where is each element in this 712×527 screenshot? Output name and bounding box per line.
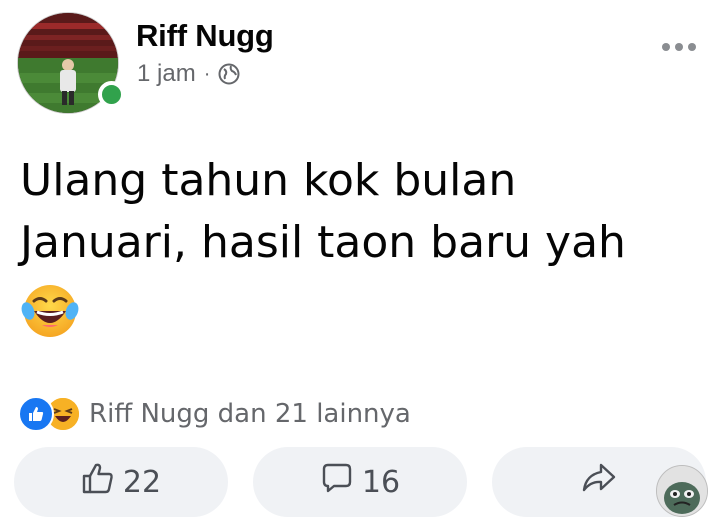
meta-separator: · xyxy=(203,62,211,85)
comment-button[interactable]: 16 xyxy=(253,447,467,517)
more-options-icon[interactable] xyxy=(662,43,696,51)
author-avatar-wrap[interactable] xyxy=(17,12,125,120)
author-name[interactable]: Riff Nugg xyxy=(136,18,274,54)
post-text: Ulang tahun kok bulan Januari, hasil tao… xyxy=(20,150,700,274)
reactions-summary[interactable]: Riff Nugg dan 21 lainnya xyxy=(18,396,411,432)
online-status-dot xyxy=(98,81,125,108)
post-time[interactable]: 1 jam xyxy=(137,60,196,88)
globe-icon[interactable] xyxy=(218,63,240,85)
like-button[interactable]: 22 xyxy=(14,447,228,517)
reactions-summary-text[interactable]: Riff Nugg dan 21 lainnya xyxy=(89,399,411,429)
post-text-line-1: Ulang tahun kok bulan xyxy=(20,155,517,206)
like-count: 22 xyxy=(122,464,162,500)
commenter-avatar[interactable] xyxy=(656,465,708,517)
post-meta: 1 jam · xyxy=(137,60,240,88)
like-reaction-icon xyxy=(18,396,54,432)
comment-icon xyxy=(320,461,354,503)
laughing-crying-emoji-icon xyxy=(20,281,80,341)
thumbs-up-icon xyxy=(81,461,115,503)
post-text-line-2: Januari, hasil taon baru yah xyxy=(20,217,626,268)
comment-count: 16 xyxy=(361,464,401,500)
share-icon xyxy=(581,462,617,502)
